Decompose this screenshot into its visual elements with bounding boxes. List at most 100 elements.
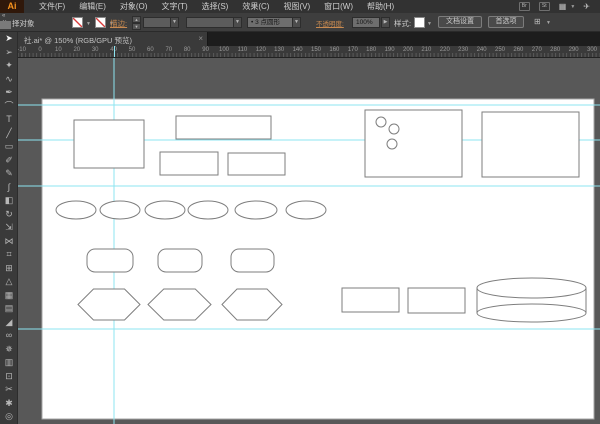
stroke-color-swatch[interactable] [95,17,106,28]
shape-ellipse[interactable] [55,200,97,220]
blend-tool[interactable]: ∞ [0,329,18,343]
eyedropper-tool[interactable]: ◢ [0,316,18,330]
opacity-caret[interactable]: ▶ [381,17,390,28]
paintbrush-tool[interactable]: ✐ [0,154,18,168]
gradient-tool[interactable]: ▤ [0,302,18,316]
horizontal-ruler[interactable]: -100102030405060708090100110120130140150… [18,46,600,58]
shape-circle[interactable] [388,123,400,135]
graph-tool[interactable]: ▥ [0,356,18,370]
lasso-tool[interactable]: ∿ [0,73,18,87]
style-swatch[interactable] [414,17,425,28]
shape-builder-tool[interactable]: ⊞ [0,262,18,276]
menu-file[interactable]: 文件(F) [32,0,72,13]
fill-caret-icon[interactable]: ▼ [86,21,91,27]
menu-effect[interactable]: 效果(C) [235,0,276,13]
type-tool[interactable]: T [0,113,18,127]
eraser-tool[interactable]: ◧ [0,194,18,208]
stepper-up-icon[interactable]: ▲ [132,16,141,23]
brush-definition-field[interactable]: • 3 点圆形 [247,17,293,28]
workspace-switcher-icon[interactable]: ▦ [559,2,567,11]
fill-color-swatch[interactable] [72,17,83,28]
line-segment-tool[interactable]: ╱ [0,127,18,141]
pen-tool[interactable]: ✒ [0,86,18,100]
shape-circle[interactable] [375,116,387,128]
menu-window[interactable]: 窗口(W) [317,0,360,13]
brush-definition-caret[interactable]: ▼ [292,17,301,28]
curvature-tool[interactable]: ⌒ [0,100,18,114]
menu-select[interactable]: 选择(S) [195,0,236,13]
shaper-tool[interactable]: ∫ [0,181,18,195]
shape-rounded-rectangle[interactable] [230,248,275,273]
stroke-weight-stepper[interactable]: ▲ ▼ [132,16,141,30]
stroke-link[interactable]: 描边: [110,18,127,29]
free-transform-tool[interactable]: ⌗ [0,248,18,262]
stepper-down-icon[interactable]: ▼ [132,23,141,30]
shape-cylinder-top[interactable] [476,277,587,299]
zoom-tool[interactable]: ◎ [0,410,18,424]
control-panel: « ✕ 择对象 ▼ ▼ 描边: ▲ ▼ ▼ ▼ • 3 点圆形 ▼ 不透明度: … [0,13,600,32]
ruler-tick-label: 60 [147,47,154,53]
width-tool[interactable]: ⋈ [0,235,18,249]
opacity-field[interactable]: 100% [352,17,380,28]
bridge-icon[interactable]: Br [518,2,530,11]
shape-ellipse[interactable] [144,200,186,220]
canvas-area [18,58,600,424]
shape-rectangle[interactable] [227,152,286,176]
menu-object[interactable]: 对象(O) [113,0,155,13]
shape-rectangle[interactable] [73,119,145,169]
pencil-tool[interactable]: ✎ [0,167,18,181]
preferences-button[interactable]: 首选项 [488,16,524,28]
share-icon[interactable]: ✈ [583,2,590,11]
shape-circle[interactable] [386,138,398,150]
shape-cylinder-bottom[interactable] [476,303,587,323]
ruler-tick-label: 220 [439,47,450,53]
rotate-tool[interactable]: ↻ [0,208,18,222]
shape-ellipse[interactable] [285,200,327,220]
panel-menu-caret-icon[interactable]: ▼ [546,20,551,26]
variable-width-caret[interactable]: ▼ [233,17,242,28]
tab-close-icon[interactable]: × [198,34,203,43]
direct-selection-tool[interactable]: ➢ [0,46,18,60]
selection-tool[interactable]: ➤ [0,32,18,46]
shape-rounded-rectangle[interactable] [86,248,134,273]
stock-icon[interactable]: St [538,2,550,11]
perspective-grid-tool[interactable]: △ [0,275,18,289]
shape-rectangle[interactable] [407,287,466,314]
shape-rounded-rectangle[interactable] [157,248,203,273]
mesh-tool[interactable]: ▦ [0,289,18,303]
menu-help[interactable]: 帮助(H) [360,0,401,13]
shape-rectangle[interactable] [159,151,219,176]
menu-edit[interactable]: 编辑(E) [72,0,113,13]
stroke-weight-field[interactable] [143,17,171,28]
menu-view[interactable]: 视图(V) [276,0,317,13]
shape-rectangle[interactable] [175,115,272,140]
workspace-caret-icon[interactable]: ▼ [570,4,575,10]
stroke-weight-caret[interactable]: ▼ [170,17,179,28]
shape-ellipse[interactable] [187,200,229,220]
variable-width-field[interactable] [186,17,234,28]
menu-type[interactable]: 文字(T) [154,0,194,13]
magic-wand-tool[interactable]: ✦ [0,59,18,73]
style-caret-icon[interactable]: ▼ [427,21,432,27]
hand-tool[interactable]: ✱ [0,397,18,411]
document-tab-title: 社.ai* @ 150% (RGB/GPU 预览) [24,36,133,45]
shape-rectangle[interactable] [481,111,580,178]
ruler-tick-label: 140 [292,47,303,53]
slice-tool[interactable]: ✂ [0,383,18,397]
scale-tool[interactable]: ⇲ [0,221,18,235]
app-logo-icon[interactable]: Ai [0,0,24,13]
panel-menu-icon[interactable]: ⊞ [534,17,541,26]
artboard-tool[interactable]: ⊡ [0,370,18,384]
shape-ellipse[interactable] [234,200,278,220]
shape-rectangle[interactable] [341,287,400,313]
document-setup-button[interactable]: 文档设置 [438,16,482,28]
opacity-link[interactable]: 不透明度: [316,18,344,28]
symbol-sprayer-tool[interactable]: ✵ [0,343,18,357]
ruler-tick-label: 210 [421,47,432,53]
shape-ellipse[interactable] [99,200,141,220]
ruler-tick-label: 290 [568,47,579,53]
rectangle-tool[interactable]: ▭ [0,140,18,154]
ruler-tick-label: 190 [384,47,395,53]
document-tab[interactable]: 社.ai* @ 150% (RGB/GPU 预览) × [18,32,208,46]
ruler-tick-label: 160 [329,47,340,53]
